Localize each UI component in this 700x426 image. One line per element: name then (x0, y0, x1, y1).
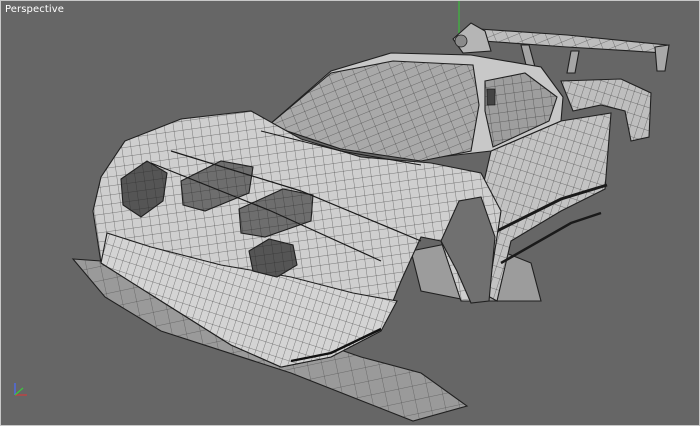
perspective-viewport[interactable]: Perspective (0, 0, 700, 426)
xyz-axis-gizmo-icon (14, 383, 27, 396)
viewport-label[interactable]: Perspective (5, 4, 64, 15)
viewport-scene (14, 1, 670, 422)
